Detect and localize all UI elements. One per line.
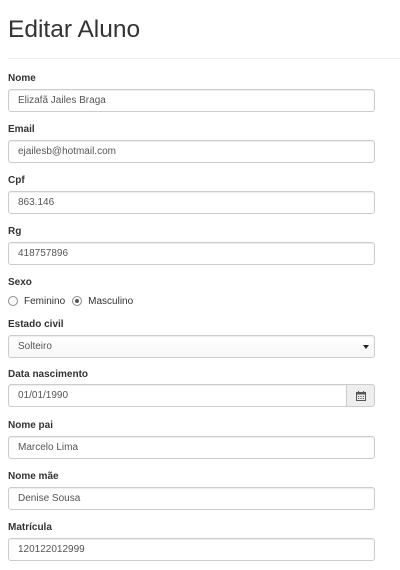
estado-civil-label: Estado civil bbox=[8, 319, 64, 330]
data-nascimento-input[interactable] bbox=[8, 384, 346, 407]
matricula-input[interactable] bbox=[8, 538, 375, 561]
estado-civil-selected: Solteiro bbox=[18, 341, 52, 352]
estado-civil-select[interactable]: Solteiro bbox=[8, 335, 375, 358]
email-label: Email bbox=[8, 124, 35, 135]
nome-mae-input[interactable] bbox=[8, 487, 375, 510]
cpf-input[interactable] bbox=[8, 191, 375, 214]
nome-label: Nome bbox=[8, 73, 36, 84]
radio-masculino-label: Masculino bbox=[88, 295, 134, 307]
data-nascimento-group bbox=[8, 384, 375, 407]
nome-mae-label: Nome mãe bbox=[8, 471, 59, 482]
nome-pai-input[interactable] bbox=[8, 436, 375, 459]
title-divider bbox=[8, 58, 400, 59]
cpf-label: Cpf bbox=[8, 175, 25, 186]
caret-down-icon bbox=[363, 345, 369, 349]
calendar-button[interactable] bbox=[346, 384, 375, 407]
calendar-icon bbox=[355, 390, 366, 401]
email-input[interactable] bbox=[8, 140, 375, 163]
page-title: Editar Aluno bbox=[8, 16, 141, 43]
sexo-radio-group: Feminino Masculino bbox=[8, 294, 140, 308]
rg-label: Rg bbox=[8, 226, 22, 237]
rg-input[interactable] bbox=[8, 242, 375, 265]
data-nascimento-label: Data nascimento bbox=[8, 369, 89, 380]
radio-feminino-label: Feminino bbox=[24, 295, 66, 307]
nome-input[interactable] bbox=[8, 89, 375, 112]
sexo-label: Sexo bbox=[8, 277, 32, 288]
matricula-label: Matrícula bbox=[8, 522, 52, 533]
radio-masculino[interactable] bbox=[72, 296, 83, 306]
radio-feminino[interactable] bbox=[8, 296, 18, 306]
nome-pai-label: Nome pai bbox=[8, 420, 54, 431]
radio-option-masculino[interactable]: Masculino bbox=[72, 296, 133, 307]
radio-option-feminino[interactable]: Feminino bbox=[8, 296, 65, 307]
